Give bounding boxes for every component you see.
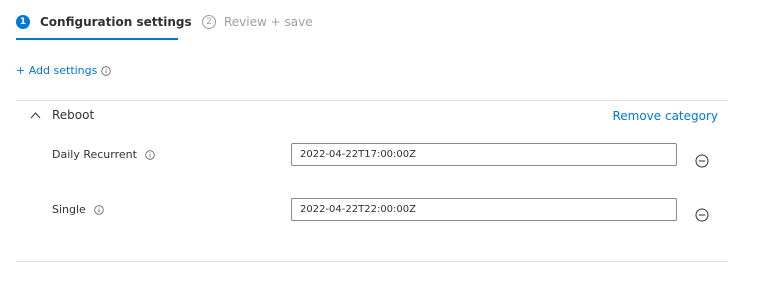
tab-label: Review + save — [224, 15, 313, 29]
setting-label-daily-recurrent: Daily Recurrent — [52, 148, 155, 161]
remove-category-link[interactable]: Remove category — [612, 109, 718, 123]
category-title: Reboot — [52, 108, 95, 122]
step-number-badge: 1 — [16, 15, 30, 29]
add-settings-link[interactable]: + Add settings — [16, 64, 112, 77]
category-header-reboot[interactable]: Reboot — [30, 108, 94, 122]
info-icon[interactable] — [101, 65, 112, 76]
daily-recurrent-input[interactable] — [291, 143, 677, 166]
setting-label: Daily Recurrent — [52, 148, 137, 161]
remove-circle-icon[interactable] — [695, 208, 709, 222]
remove-circle-icon[interactable] — [695, 154, 709, 168]
setting-label: Single — [52, 203, 86, 216]
tab-review-save[interactable]: 2 Review + save — [202, 12, 313, 32]
add-settings-label: + Add settings — [16, 64, 98, 77]
wizard-tabs: 1 Configuration settings 2 Review + save — [16, 0, 416, 40]
section-divider — [16, 261, 728, 262]
setting-label-single: Single — [52, 203, 104, 216]
single-input[interactable] — [291, 198, 677, 221]
tab-label: Configuration settings — [40, 15, 192, 29]
step-number-badge: 2 — [202, 15, 216, 29]
info-icon[interactable] — [145, 149, 155, 160]
tab-configuration-settings[interactable]: 1 Configuration settings — [16, 12, 192, 32]
active-tab-indicator — [16, 38, 178, 40]
section-divider — [16, 100, 728, 101]
chevron-up-icon — [30, 111, 41, 118]
info-icon[interactable] — [94, 204, 104, 215]
